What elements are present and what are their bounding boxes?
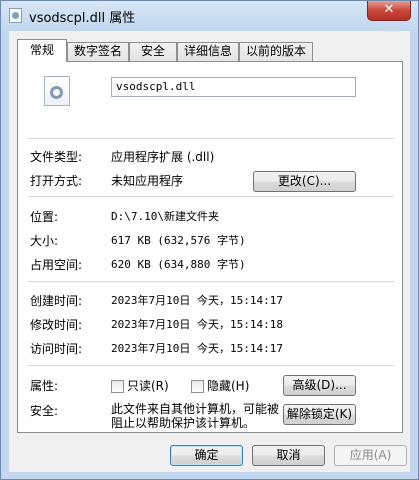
readonly-checkbox[interactable] [111, 380, 124, 393]
accessed-label: 访问时间: [30, 342, 83, 356]
location-value: D:\7.10\新建文件夹 [111, 210, 219, 223]
modified-label: 修改时间: [30, 318, 83, 332]
dll-file-icon [9, 8, 22, 23]
divider [28, 281, 394, 282]
location-label: 位置: [30, 210, 59, 224]
unblock-button[interactable]: 解除锁定(K) [283, 404, 356, 425]
security-label: 安全: [30, 404, 59, 418]
tab-details[interactable]: 详细信息 [177, 42, 239, 61]
accessed-value: 2023年7月10日 今天，15:14:17 [111, 342, 283, 355]
window-title: vsodscpl.dll 属性 [29, 11, 136, 26]
dialog-body: 常规 数字签名 安全 详细信息 以前的版本 vsodscpl.dll 文件类型:… [9, 31, 410, 472]
tab-security[interactable]: 安全 [129, 42, 177, 61]
hidden-checkbox[interactable] [191, 380, 204, 393]
properties-window: vsodscpl.dll 属性 ✕ 常规 数字签名 安全 详细信息 以前的版本 … [0, 0, 419, 480]
size-label: 大小: [30, 234, 59, 248]
file-type-value: 应用程序扩展 (.dll) [111, 150, 215, 164]
attributes-label: 属性: [30, 379, 59, 393]
tab-digital-signatures[interactable]: 数字签名 [67, 42, 129, 61]
open-with-label: 打开方式: [30, 174, 83, 188]
cancel-button[interactable]: 取消 [252, 445, 325, 466]
general-tab-panel: vsodscpl.dll 文件类型: 应用程序扩展 (.dll) 打开方式: 未… [17, 61, 403, 433]
size-value: 617 KB (632,576 字节) [111, 234, 246, 247]
divider [28, 138, 394, 139]
hidden-label[interactable]: 隐藏(H) [207, 379, 249, 393]
advanced-button[interactable]: 高级(D)... [283, 375, 356, 396]
size-on-disk-value: 620 KB (634,880 字节) [111, 258, 246, 271]
divider [28, 196, 394, 197]
created-label: 创建时间: [30, 294, 83, 308]
tab-general[interactable]: 常规 [17, 39, 67, 62]
security-warning-text: 此文件来自其他计算机，可能被阻止以帮助保护该计算机。 [111, 402, 280, 430]
tab-previous-versions[interactable]: 以前的版本 [239, 42, 313, 61]
modified-value: 2023年7月10日 今天，15:14:18 [111, 318, 283, 331]
created-value: 2023年7月10日 今天，15:14:17 [111, 294, 283, 307]
readonly-label[interactable]: 只读(R) [127, 379, 169, 393]
file-name-field[interactable]: vsodscpl.dll [111, 77, 356, 97]
dll-file-icon [44, 76, 70, 106]
apply-button[interactable]: 应用(A) [334, 445, 407, 466]
gear-icon [50, 86, 63, 99]
divider [28, 365, 394, 366]
close-button[interactable]: ✕ [367, 1, 411, 21]
size-on-disk-label: 占用空间: [30, 258, 83, 272]
title-bar: vsodscpl.dll 属性 ✕ [1, 1, 418, 31]
ok-button[interactable]: 确定 [170, 445, 243, 466]
change-button[interactable]: 更改(C)... [253, 171, 356, 192]
open-with-value: 未知应用程序 [111, 174, 184, 188]
file-type-label: 文件类型: [30, 150, 83, 164]
